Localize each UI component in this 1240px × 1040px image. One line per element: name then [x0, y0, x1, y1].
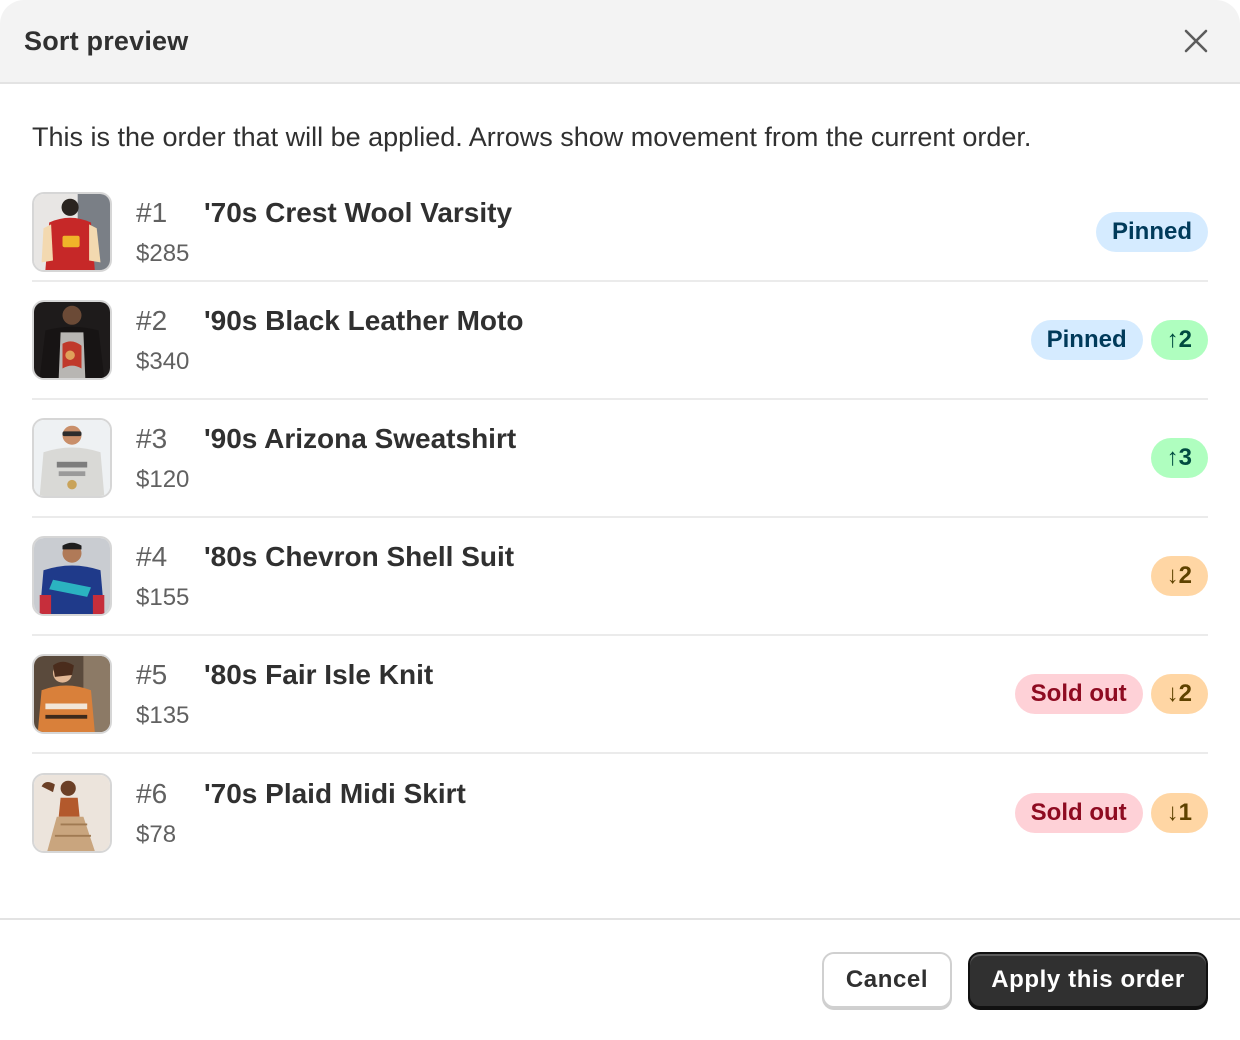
varsity-jacket-thumbnail	[32, 192, 112, 272]
move-down-badge: ↓2	[1150, 674, 1208, 714]
move-down-badge: ↓2	[1150, 556, 1208, 596]
list-item: #2 '90s Black Leather Moto $340 Pinned ↑…	[32, 282, 1208, 400]
item-rank: #1	[136, 197, 168, 228]
modal-body: This is the order that will be applied. …	[0, 84, 1240, 872]
sold-out-badge: Sold out	[1014, 674, 1143, 714]
item-name: '90s Black Leather Moto	[204, 305, 524, 336]
item-price: $135	[136, 702, 190, 729]
list-item: #5 '80s Fair Isle Knit $135 Sold out ↓2	[32, 636, 1208, 754]
item-name: '90s Arizona Sweatshirt	[204, 423, 517, 454]
item-badges: ↓2	[1150, 556, 1208, 596]
list-item: #4 '80s Chevron Shell Suit $155 ↓2	[32, 518, 1208, 636]
modal-title: Sort preview	[24, 25, 189, 56]
list-item: #1 '70s Crest Wool Varsity $285 Pinned	[32, 184, 1208, 282]
cancel-button[interactable]: Cancel	[822, 952, 952, 1008]
item-rank: #6	[136, 778, 168, 809]
move-down-badge: ↓1	[1150, 793, 1208, 833]
item-badges: Sold out ↓2	[1014, 674, 1208, 714]
modal-header: Sort preview	[0, 0, 1240, 84]
leather-moto-thumbnail	[32, 300, 112, 380]
sort-preview-modal: Sort preview This is the order that will…	[0, 0, 1240, 1040]
apply-order-button[interactable]: Apply this order	[968, 952, 1208, 1008]
item-name: '70s Crest Wool Varsity	[204, 197, 513, 228]
fair-isle-knit-thumbnail	[32, 654, 112, 734]
item-name: '80s Fair Isle Knit	[204, 659, 434, 690]
item-rank: #4	[136, 541, 168, 572]
sold-out-badge: Sold out	[1014, 793, 1143, 833]
plaid-skirt-thumbnail	[32, 773, 112, 853]
close-button[interactable]	[1176, 21, 1216, 61]
item-badges: Pinned ↑2	[1030, 320, 1208, 360]
item-badges: Pinned	[1095, 212, 1208, 252]
move-up-badge: ↑2	[1150, 320, 1208, 360]
item-rank: #2	[136, 305, 168, 336]
item-price: $155	[136, 584, 190, 611]
list-item: #3 '90s Arizona Sweatshirt $120 ↑3	[32, 400, 1208, 518]
pinned-badge: Pinned	[1030, 320, 1143, 360]
arizona-sweatshirt-thumbnail	[32, 418, 112, 498]
move-up-badge: ↑3	[1150, 438, 1208, 478]
close-icon	[1184, 29, 1208, 53]
item-rank: #3	[136, 423, 168, 454]
intro-text: This is the order that will be applied. …	[32, 122, 1032, 152]
sort-preview-list: #1 '70s Crest Wool Varsity $285 Pinned #…	[32, 184, 1208, 872]
pinned-badge: Pinned	[1095, 212, 1208, 252]
list-item: #6 '70s Plaid Midi Skirt $78 Sold out ↓1	[32, 754, 1208, 872]
item-price: $340	[136, 348, 190, 375]
shell-suit-thumbnail	[32, 536, 112, 616]
item-badges: ↑3	[1150, 438, 1208, 478]
item-badges: Sold out ↓1	[1014, 793, 1208, 833]
item-rank: #5	[136, 659, 168, 690]
modal-footer: Cancel Apply this order	[0, 918, 1240, 1040]
item-name: '70s Plaid Midi Skirt	[204, 778, 466, 809]
item-name: '80s Chevron Shell Suit	[204, 541, 515, 572]
item-price: $78	[136, 821, 177, 848]
item-price: $285	[136, 240, 190, 267]
item-price: $120	[136, 466, 190, 493]
